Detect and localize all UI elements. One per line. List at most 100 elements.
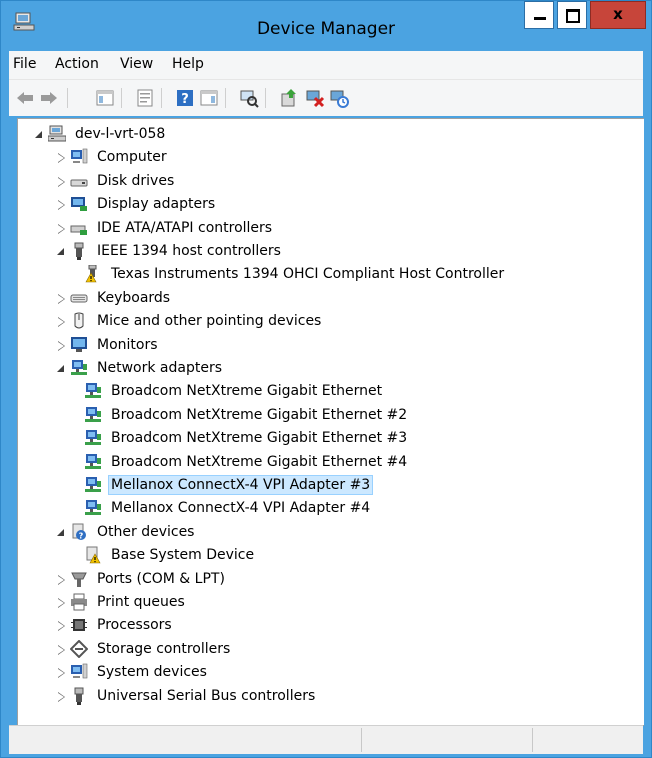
collapsed-arrow-icon[interactable] <box>54 339 67 352</box>
collapsed-arrow-icon[interactable] <box>54 643 67 656</box>
forward-icon[interactable] <box>39 88 59 108</box>
tree-category-item[interactable]: Computer <box>54 146 170 168</box>
computer-root-icon <box>48 125 66 142</box>
keyboard-icon <box>70 294 88 303</box>
unknown-device-warning-icon <box>86 546 101 564</box>
collapsed-arrow-icon[interactable] <box>54 222 67 235</box>
collapsed-arrow-icon[interactable] <box>54 315 67 328</box>
tree-item-label: Broadcom NetXtreme Gigabit Ethernet #4 <box>111 454 408 470</box>
expanded-arrow-icon[interactable] <box>54 245 67 258</box>
status-cell <box>9 728 362 752</box>
tree-item-label: Broadcom NetXtreme Gigabit Ethernet <box>111 383 383 399</box>
back-icon[interactable] <box>15 88 35 108</box>
collapsed-arrow-icon[interactable] <box>54 198 67 211</box>
tree-category-item[interactable]: ? Other devices <box>54 521 197 543</box>
toolbar-separator <box>121 88 122 108</box>
tree-category-item[interactable]: Processors <box>54 614 175 636</box>
tree-item-label: Texas Instruments 1394 OHCI Compliant Ho… <box>111 266 505 282</box>
network-adapter-icon <box>85 383 101 398</box>
tree-child-item[interactable]: Broadcom NetXtreme Gigabit Ethernet <box>84 380 385 402</box>
tree-category-item[interactable]: Print queues <box>54 591 188 613</box>
collapsed-arrow-icon[interactable] <box>54 573 67 586</box>
tree-child-item[interactable]: Broadcom NetXtreme Gigabit Ethernet #4 <box>84 451 410 473</box>
toolbar-separator <box>161 88 162 108</box>
show-hide-tree-icon[interactable] <box>95 88 115 108</box>
tree-category-item[interactable]: Storage controllers <box>54 638 233 660</box>
svg-text:?: ? <box>79 532 84 541</box>
tree-child-item[interactable]: Base System Device <box>84 544 257 566</box>
printer-icon <box>71 593 87 611</box>
expanded-arrow-icon[interactable] <box>32 128 45 141</box>
display-adapter-icon <box>71 197 87 211</box>
ide-controller-icon <box>70 225 87 235</box>
collapsed-arrow-icon[interactable] <box>54 666 67 679</box>
tree-item-label: IEEE 1394 host controllers <box>97 243 281 259</box>
collapsed-arrow-icon[interactable] <box>54 151 67 164</box>
enable-device-icon[interactable] <box>329 88 349 108</box>
tree-category-item[interactable]: Universal Serial Bus controllers <box>54 685 318 707</box>
tree-child-item[interactable]: Broadcom NetXtreme Gigabit Ethernet #2 <box>84 404 410 426</box>
menu-action[interactable]: Action <box>55 56 99 72</box>
network-adapter-icon <box>85 477 101 492</box>
menu-file[interactable]: File <box>13 56 36 72</box>
collapsed-arrow-icon[interactable] <box>54 292 67 305</box>
tree-category-item[interactable]: Monitors <box>54 334 161 356</box>
tree-item-label: Network adapters <box>97 360 222 376</box>
uninstall-device-icon[interactable] <box>305 88 325 108</box>
toolbar-separator <box>225 88 226 108</box>
disk-drive-icon <box>70 179 88 187</box>
tree-child-item[interactable]: Mellanox ConnectX-4 VPI Adapter #4 <box>84 497 373 519</box>
tree-category-item[interactable]: System devices <box>54 661 210 683</box>
tree-category-item[interactable]: IEEE 1394 host controllers <box>54 240 284 262</box>
system-devices-icon <box>71 663 88 679</box>
device-manager-window: Device Manager x File Action View Help ? <box>0 0 652 758</box>
tree-category-item[interactable]: Network adapters <box>54 357 225 379</box>
menu-help[interactable]: Help <box>172 56 204 72</box>
scan-hardware-icon[interactable] <box>239 88 259 108</box>
expanded-arrow-icon[interactable] <box>54 362 67 375</box>
status-bar <box>9 725 643 754</box>
tree-child-item[interactable]: Broadcom NetXtreme Gigabit Ethernet #3 <box>84 427 410 449</box>
storage-controller-icon <box>70 640 88 658</box>
tree-item-label: Broadcom NetXtreme Gigabit Ethernet #2 <box>111 407 408 423</box>
minimize-button[interactable] <box>524 1 554 29</box>
tree-root-label: dev-l-vrt-058 <box>75 126 166 142</box>
tree-item-label: Disk drives <box>97 173 175 189</box>
tree-item-label: Monitors <box>97 337 158 353</box>
tree-item-label: Mellanox ConnectX-4 VPI Adapter #3 <box>108 475 374 495</box>
tree-item-label: IDE ATA/ATAPI controllers <box>97 220 273 236</box>
tree-category-item[interactable]: Disk drives <box>54 170 177 192</box>
ieee1394-warning-icon <box>85 265 97 283</box>
collapsed-arrow-icon[interactable] <box>54 596 67 609</box>
unknown-device-icon: ? <box>72 523 86 541</box>
tree-root[interactable]: dev-l-vrt-058 <box>32 123 168 145</box>
processor-icon <box>71 619 87 631</box>
minimize-icon <box>534 17 546 20</box>
tree-child-item[interactable]: Mellanox ConnectX-4 VPI Adapter #3 <box>84 474 374 496</box>
tree-item-label: Base System Device <box>111 547 255 563</box>
expanded-arrow-icon[interactable] <box>54 526 67 539</box>
ieee1394-icon <box>74 242 84 260</box>
collapsed-arrow-icon[interactable] <box>54 619 67 632</box>
tree-item-label: Mellanox ConnectX-4 VPI Adapter #4 <box>111 500 371 516</box>
action-pane-icon[interactable] <box>199 88 219 108</box>
update-driver-icon[interactable] <box>279 88 299 108</box>
network-adapter-icon <box>71 360 87 375</box>
tree-category-item[interactable]: Keyboards <box>54 287 173 309</box>
tree-category-item[interactable]: Mice and other pointing devices <box>54 310 324 332</box>
tree-category-item[interactable]: Ports (COM & LPT) <box>54 568 228 590</box>
properties-icon[interactable] <box>135 88 155 108</box>
tree-category-item[interactable]: Display adapters <box>54 193 218 215</box>
menu-view[interactable]: View <box>120 56 153 72</box>
close-button[interactable]: x <box>590 1 646 29</box>
maximize-button[interactable] <box>557 1 587 29</box>
title-bar[interactable]: Device Manager x <box>1 1 651 51</box>
device-tree[interactable]: dev-l-vrt-058 Computer Disk drives Display… <box>17 118 644 726</box>
help-icon[interactable]: ? <box>175 88 195 108</box>
tree-category-item[interactable]: IDE ATA/ATAPI controllers <box>54 217 275 239</box>
tree-item-label: Print queues <box>97 594 185 610</box>
maximize-icon <box>566 9 580 23</box>
tree-child-item[interactable]: Texas Instruments 1394 OHCI Compliant Ho… <box>84 263 507 285</box>
collapsed-arrow-icon[interactable] <box>54 175 67 188</box>
collapsed-arrow-icon[interactable] <box>54 690 67 703</box>
